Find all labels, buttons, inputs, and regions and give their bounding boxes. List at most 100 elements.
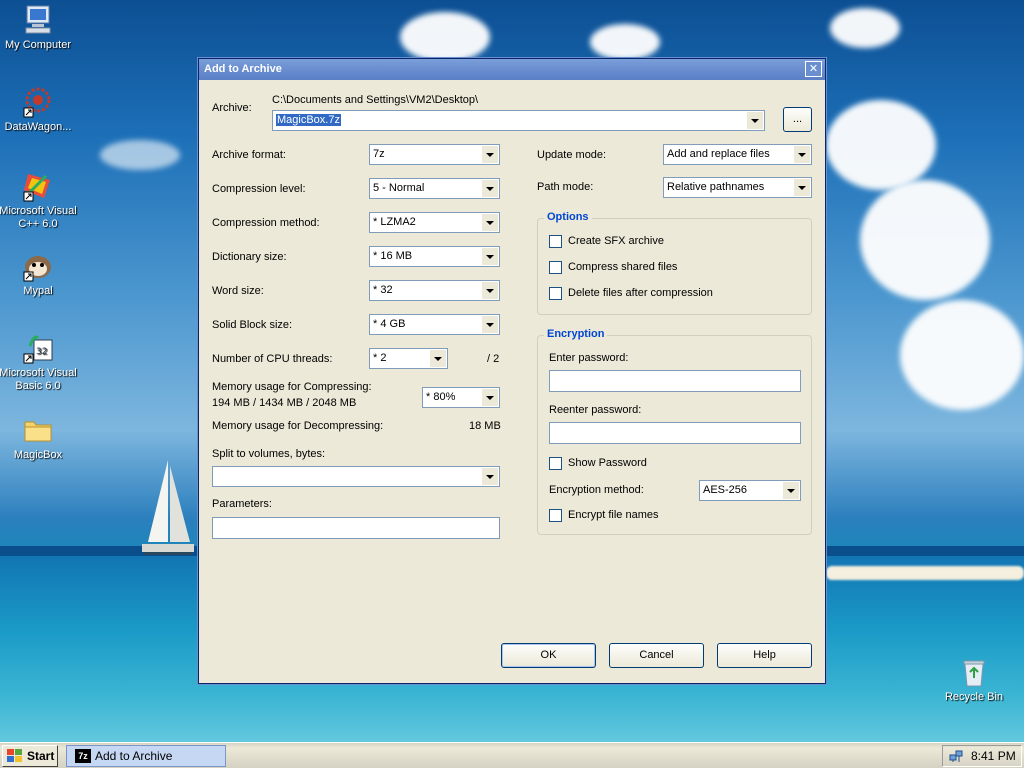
archive-name-combobox[interactable]: MagicBox.7z [272,110,765,131]
chevron-down-icon[interactable] [783,482,799,499]
dialog-titlebar[interactable]: Add to Archive ✕ [199,59,825,80]
chevron-down-icon[interactable] [482,214,498,231]
close-icon: ✕ [808,63,819,75]
parameters-input[interactable] [212,517,500,539]
memory-decompress-value: 18 MB [469,420,501,432]
desktop-icon-label: Mypal [23,285,53,297]
chevron-down-icon[interactable] [482,146,498,163]
compression-method-select[interactable]: * LZMA2 [369,212,500,233]
show-password-label[interactable]: Show Password [568,457,647,469]
encryption-group: Encryption Enter password: Reenter passw… [537,328,812,535]
cloud [860,180,990,300]
visual-basic-icon: 32 [22,332,54,364]
chevron-down-icon[interactable] [794,146,810,163]
chevron-down-icon[interactable] [482,248,498,265]
desktop-icon-magicbox[interactable]: MagicBox [0,414,78,462]
split-volumes-label: Split to volumes, bytes: [212,448,326,460]
archive-format-label: Archive format: [212,149,286,161]
chevron-down-icon[interactable] [482,316,498,333]
chevron-down-icon[interactable] [747,112,763,129]
enter-password-input[interactable] [549,370,801,392]
compression-level-label: Compression level: [212,183,306,195]
update-mode-value: Add and replace files [667,148,770,160]
options-title: Options [544,211,592,223]
svg-text:32: 32 [36,347,47,357]
memory-compress-label: Memory usage for Compressing: [212,381,372,393]
dictionary-size-label: Dictionary size: [212,251,287,263]
compression-level-select[interactable]: 5 - Normal [369,178,500,199]
chevron-down-icon[interactable] [482,282,498,299]
network-icon[interactable] [949,749,963,763]
enter-password-label: Enter password: [549,352,629,364]
desktop-icon-mypal[interactable]: Mypal [0,250,78,298]
chevron-down-icon[interactable] [482,389,498,406]
memory-decompress-label: Memory usage for Decompressing: [212,420,384,432]
archive-name-value: MagicBox.7z [276,114,341,126]
reenter-password-label: Reenter password: [549,404,642,416]
encrypt-names-checkbox[interactable] [549,509,562,522]
delete-after-checkbox[interactable] [549,287,562,300]
chevron-down-icon[interactable] [794,179,810,196]
ok-button[interactable]: OK [501,643,596,668]
desktop-icon-my-computer[interactable]: My Computer [0,4,78,52]
close-button[interactable]: ✕ [805,61,822,77]
compress-shared-label[interactable]: Compress shared files [568,261,677,273]
cpu-threads-value: * 2 [373,352,387,364]
system-tray: 8:41 PM [942,745,1022,767]
chevron-down-icon[interactable] [430,350,446,367]
compression-method-label: Compression method: [212,217,320,229]
clock: 8:41 PM [971,749,1016,763]
browse-button[interactable]: ... [783,107,812,132]
update-mode-select[interactable]: Add and replace files [663,144,812,165]
recycle-bin-icon [958,656,990,688]
memory-compress-value: * 80% [426,391,456,403]
desktop-icon-visual-cpp[interactable]: Microsoft Visual C++ 6.0 [0,170,78,231]
word-size-select[interactable]: * 32 [369,280,500,301]
encryption-method-select[interactable]: AES-256 [699,480,801,501]
solid-block-size-select[interactable]: * 4 GB [369,314,500,335]
archive-format-select[interactable]: 7z [369,144,500,165]
word-size-value: * 32 [373,284,393,296]
encryption-title: Encryption [544,328,608,340]
dictionary-size-value: * 16 MB [373,250,413,262]
path-mode-select[interactable]: Relative pathnames [663,177,812,198]
memory-compress-detail: 194 MB / 1434 MB / 2048 MB [212,397,357,409]
taskbar-item-add-to-archive[interactable]: 7z Add to Archive [66,745,226,767]
split-volumes-combobox[interactable] [212,466,500,487]
add-to-archive-dialog: Add to Archive ✕ Archive: C:\Documents a… [198,58,826,684]
chevron-down-icon[interactable] [482,180,498,197]
desktop-icon-recycle-bin[interactable]: Recycle Bin [934,656,1014,704]
help-button[interactable]: Help [717,643,812,668]
parameters-label: Parameters: [212,498,272,510]
cpu-threads-select[interactable]: * 2 [369,348,448,369]
show-password-checkbox[interactable] [549,457,562,470]
desktop-icon-datawagon[interactable]: DataWagon... [0,86,78,134]
desktop-icon-label: Recycle Bin [944,691,1004,703]
sailboat-image [142,460,194,555]
mypal-icon [22,250,54,282]
archive-path: C:\Documents and Settings\VM2\Desktop\ [272,94,479,106]
folder-icon [22,414,54,446]
memory-compress-select[interactable]: * 80% [422,387,500,408]
cloud [830,8,900,48]
cloud [590,24,660,60]
desktop-icon-label: My Computer [4,39,72,51]
encryption-method-label: Encryption method: [549,484,644,496]
create-sfx-label[interactable]: Create SFX archive [568,235,664,247]
start-button[interactable]: Start [2,745,58,767]
desktop-icon-visual-basic[interactable]: 32 Microsoft Visual Basic 6.0 [0,332,78,393]
cancel-button[interactable]: Cancel [609,643,704,668]
archive-format-value: 7z [373,148,385,160]
cloud [400,12,490,62]
encrypt-names-label[interactable]: Encrypt file names [568,509,658,521]
create-sfx-checkbox[interactable] [549,235,562,248]
solid-block-size-label: Solid Block size: [212,319,293,331]
compress-shared-checkbox[interactable] [549,261,562,274]
chevron-down-icon[interactable] [482,468,498,485]
computer-icon [22,4,54,36]
delete-after-label[interactable]: Delete files after compression [568,287,713,299]
dictionary-size-select[interactable]: * 16 MB [369,246,500,267]
cpu-threads-max: / 2 [487,353,500,365]
path-mode-label: Path mode: [537,181,594,193]
reenter-password-input[interactable] [549,422,801,444]
